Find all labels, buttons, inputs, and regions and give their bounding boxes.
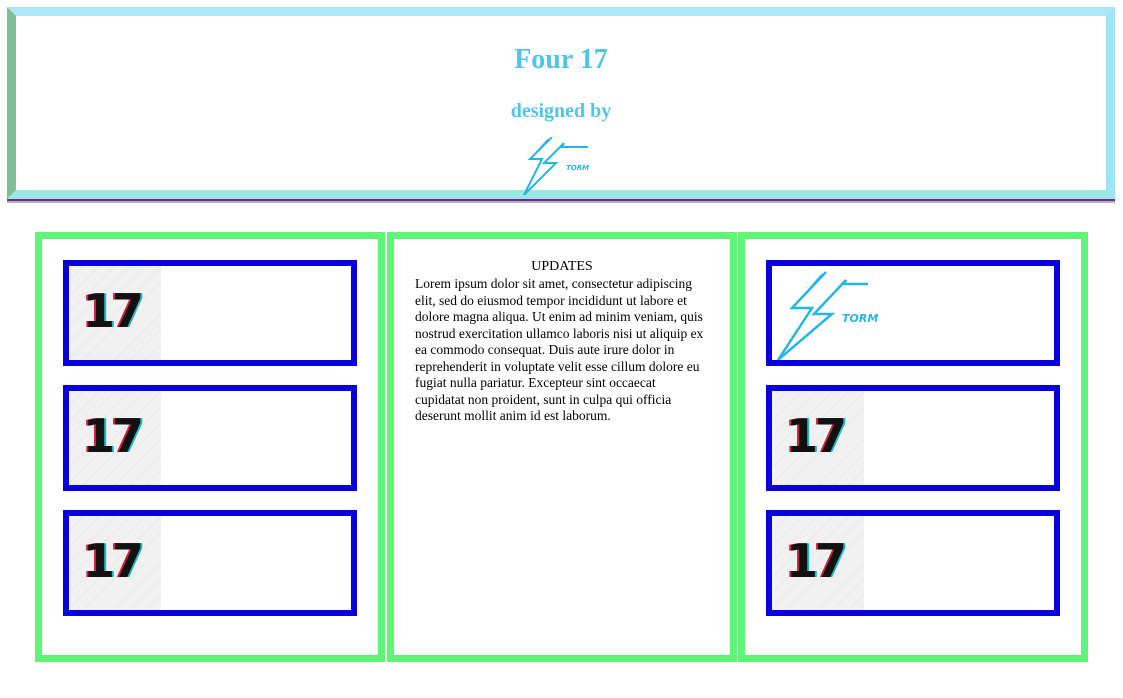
- right-panel: TORM 17 17: [738, 232, 1088, 662]
- updates-panel: UPDATES Lorem ipsum dolor sit amet, cons…: [387, 232, 737, 662]
- card-1[interactable]: 17: [63, 260, 357, 366]
- site-title: Four 17: [514, 44, 608, 75]
- card-3[interactable]: 17: [766, 510, 1060, 616]
- updates-body: Lorem ipsum dolor sit amet, consectetur …: [415, 276, 704, 423]
- updates-title: UPDATES: [531, 259, 593, 274]
- thumbnail-number: 17: [83, 409, 144, 463]
- thumbnail-number: 17: [786, 534, 847, 588]
- logo-wordmark: TORM: [842, 312, 878, 325]
- thumbnail-number: 17: [83, 534, 144, 588]
- card-logo[interactable]: TORM: [766, 260, 1060, 366]
- thumbnail-image: 17: [772, 391, 864, 485]
- site-header: Four 17 designed by TORM: [7, 7, 1115, 199]
- card-3[interactable]: 17: [63, 510, 357, 616]
- thumbnail-image: 17: [69, 391, 161, 485]
- thumbnail-image: 17: [69, 266, 161, 360]
- thumbnail-image: 17: [772, 516, 864, 610]
- site-subtitle: designed by: [510, 100, 612, 122]
- card-2[interactable]: 17: [766, 385, 1060, 491]
- header-divider: [7, 199, 1115, 203]
- thumbnail-image: 17: [69, 516, 161, 610]
- lightning-bolt-icon: TORM: [776, 271, 878, 360]
- thumbnail-number: 17: [786, 409, 847, 463]
- card-2[interactable]: 17: [63, 385, 357, 491]
- lightning-bolt-icon[interactable]: TORM: [522, 137, 610, 195]
- thumbnail-number: 17: [83, 284, 144, 338]
- left-panel: 17 17 17: [35, 232, 385, 662]
- logo-wordmark: TORM: [566, 164, 589, 172]
